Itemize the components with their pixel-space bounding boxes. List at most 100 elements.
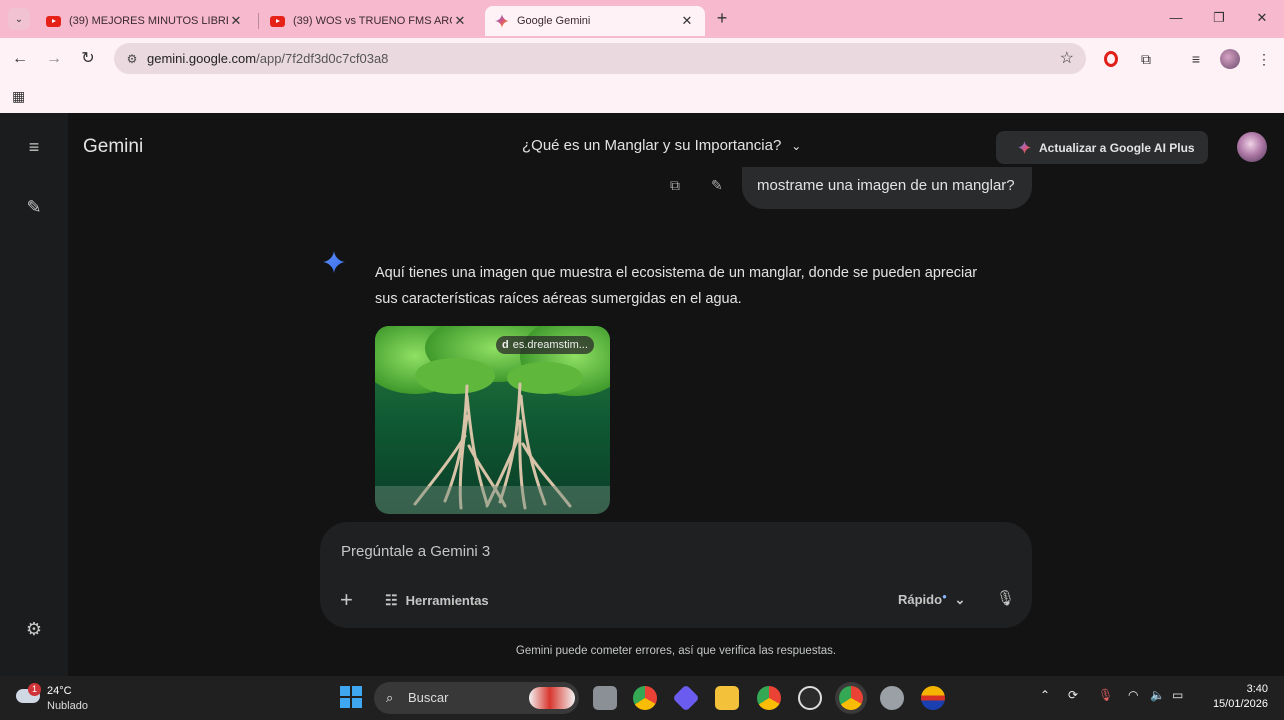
address-bar[interactable]: ⚙ gemini.google.com/app/7f2df3d0c7cf03a8…	[114, 43, 1086, 74]
windows-taskbar: 1 24°C Nublado ⌕ Buscar ⌃ ⟳ 🎙 ◠ 🔈 ▭ 3:40…	[0, 676, 1284, 720]
profile-avatar-icon[interactable]	[1220, 49, 1240, 69]
chevron-down-icon: ⌄	[954, 592, 966, 607]
media-queue-icon[interactable]: ≡	[1186, 49, 1206, 69]
upgrade-button[interactable]: Actualizar a Google AI Plus	[996, 131, 1208, 164]
model-response-text: Aquí tienes una imagen que muestra el ec…	[375, 260, 1025, 312]
tools-sliders-icon: ☷	[385, 592, 398, 608]
response-line: Aquí tienes una imagen que muestra el ec…	[375, 265, 978, 281]
settings-app-icon[interactable]	[880, 686, 904, 710]
forward-arrow-icon[interactable]: →	[43, 48, 65, 70]
new-tab-plus-icon[interactable]: +	[712, 8, 732, 28]
youtube-icon	[46, 15, 61, 27]
tab-separator	[258, 13, 259, 29]
bookmarks-bar: ▦	[0, 80, 1284, 113]
bookmark-star-icon[interactable]: ☆	[1060, 48, 1074, 68]
tools-button[interactable]: ☷ Herramientas	[385, 592, 489, 609]
image-source-chip[interactable]: d es.dreamstim...	[496, 336, 594, 354]
volume-icon[interactable]: 🔈	[1150, 688, 1165, 702]
tab-label: Google Gemini	[517, 15, 591, 27]
menu-hamburger-icon[interactable]: ≡	[22, 135, 46, 159]
search-highlight-image	[529, 687, 575, 709]
tab-mejores-minutos[interactable]: (39) MEJORES MINUTOS LIBRES ✕	[36, 6, 254, 36]
mangrove-illustration	[375, 326, 610, 514]
tab-label: (39) MEJORES MINUTOS LIBRES	[69, 15, 228, 27]
weather-alert-badge: 1	[28, 683, 41, 696]
close-tab-icon[interactable]: ✕	[679, 13, 695, 29]
prompt-composer: Pregúntale a Gemini 3 + ☷ Herramientas R…	[320, 522, 1032, 628]
prompt-input[interactable]: Pregúntale a Gemini 3	[341, 543, 490, 560]
obs-icon[interactable]	[798, 686, 822, 710]
copy-icon[interactable]: ⧉	[670, 177, 680, 194]
image-source-label: es.dreamstim...	[512, 339, 588, 351]
response-line: sus características raíces aéreas sumerg…	[375, 291, 742, 307]
conversation-title: ¿Qué es un Manglar y su Importancia?	[522, 137, 782, 154]
user-message-bubble: mostrame una imagen de un manglar?	[742, 167, 1032, 209]
tab-label: (39) WOS vs TRUENO FMS ARG	[293, 15, 452, 27]
back-arrow-icon[interactable]: ←	[9, 48, 31, 70]
chrome-active-icon[interactable]	[839, 686, 863, 710]
task-view-icon[interactable]	[593, 686, 617, 710]
url-path: /app/7f2df3d0c7cf03a8	[256, 51, 389, 66]
tab-search-chevron-icon[interactable]: ⌄	[8, 8, 30, 30]
site-info-icon[interactable]: ⚙	[122, 49, 142, 69]
show-hidden-icons-chevron[interactable]: ⌃	[1040, 688, 1050, 702]
disclaimer-text: Gemini puede cometer errores, así que ve…	[515, 645, 837, 657]
edit-pencil-icon[interactable]: ✎	[711, 177, 723, 194]
mic-tray-icon[interactable]: 🎙	[1098, 688, 1113, 702]
restore-icon[interactable]: ❐	[1207, 8, 1231, 28]
app-pinned-icon[interactable]	[921, 686, 945, 710]
gemini-icon	[495, 14, 509, 28]
battery-icon[interactable]: ▭	[1172, 688, 1183, 702]
weather-widget[interactable]: 1 24°C Nublado	[14, 683, 124, 715]
url-text[interactable]: gemini.google.com/app/7f2df3d0c7cf03a8	[147, 51, 388, 66]
reload-icon[interactable]: ↻	[77, 48, 99, 70]
weather-description: Nublado	[47, 700, 88, 712]
new-chat-edit-icon[interactable]: ✎	[22, 195, 46, 219]
temperature: 24°C	[47, 685, 72, 697]
url-host: gemini.google.com	[147, 51, 257, 66]
microphone-icon[interactable]: 🎙	[996, 589, 1015, 607]
taskbar-search[interactable]: ⌕ Buscar	[374, 682, 579, 714]
kebab-menu-icon[interactable]: ⋮	[1254, 49, 1274, 69]
browser-tab-strip: ⌄ (39) MEJORES MINUTOS LIBRES ✕ (39) WOS…	[0, 0, 1284, 38]
close-tab-icon[interactable]: ✕	[228, 13, 244, 29]
tab-wos-vs-trueno[interactable]: (39) WOS vs TRUENO FMS ARG ✕	[260, 6, 478, 36]
close-window-icon[interactable]: ✕	[1250, 8, 1274, 28]
mangrove-image[interactable]	[375, 326, 610, 514]
apps-grid-icon[interactable]: ▦	[12, 88, 25, 105]
youtube-icon	[270, 15, 285, 27]
clock-date: 15/01/2026	[1212, 698, 1268, 710]
chrome-icon[interactable]	[633, 686, 657, 710]
mode-label: Rápido	[898, 592, 943, 607]
chrome-profile-icon[interactable]	[757, 686, 781, 710]
conversation-title-dropdown[interactable]: ¿Qué es un Manglar y su Importancia? ⌄	[522, 137, 801, 154]
mode-selector[interactable]: Rápido● ⌄	[898, 592, 965, 608]
gemini-brand-title[interactable]: Gemini	[83, 136, 143, 158]
settings-gear-icon[interactable]: ⚙	[22, 617, 46, 641]
sync-icon[interactable]: ⟳	[1068, 688, 1078, 702]
gemini-sidebar: ≡ ✎ ⚙	[0, 113, 68, 676]
gemini-app-icon[interactable]	[672, 684, 700, 712]
close-tab-icon[interactable]: ✕	[452, 13, 468, 29]
chevron-down-icon: ⌄	[791, 138, 802, 153]
upgrade-label: Actualizar a Google AI Plus	[1039, 140, 1195, 155]
dreamstime-icon: d	[502, 339, 509, 351]
account-avatar[interactable]	[1237, 132, 1267, 162]
tab-google-gemini[interactable]: Google Gemini ✕	[485, 6, 705, 36]
clock-time: 3:40	[1246, 683, 1268, 695]
system-clock[interactable]: 3:40 15/01/2026	[1204, 682, 1268, 712]
minimize-icon[interactable]: —	[1164, 8, 1188, 28]
windows-start-icon[interactable]	[340, 686, 362, 708]
tools-label: Herramientas	[405, 593, 489, 608]
user-message-text: mostrame una imagen de un manglar?	[757, 177, 1015, 194]
add-plus-icon[interactable]: +	[340, 587, 353, 613]
file-explorer-icon[interactable]	[715, 686, 739, 710]
extensions-puzzle-icon[interactable]: ⧉	[1136, 49, 1156, 69]
wifi-icon[interactable]: ◠	[1128, 688, 1138, 702]
browser-toolbar: ← → ↻ ⚙ gemini.google.com/app/7f2df3d0c7…	[0, 38, 1284, 80]
search-label: Buscar	[408, 690, 449, 705]
mode-dot-icon: ●	[942, 592, 947, 601]
search-icon: ⌕	[386, 690, 394, 705]
gemini-sparkle-icon	[1018, 141, 1031, 154]
opera-icon[interactable]	[1104, 51, 1118, 67]
